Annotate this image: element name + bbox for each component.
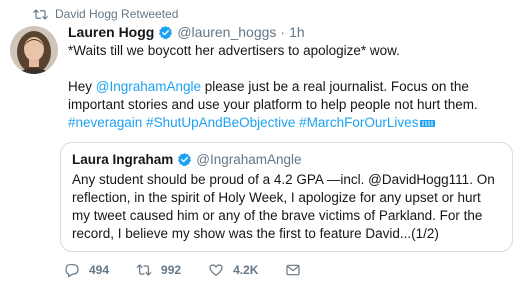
hashtag-links[interactable]: #neveragain #ShutUpAndBeObjective #March… [68,115,418,130]
quoted-author-handle[interactable]: @IngrahamAngle [196,150,301,169]
quoted-author-name[interactable]: Laura Ingraham [72,150,173,169]
reply-icon [65,264,79,278]
message-icon [286,264,301,276]
text-segment: Hey [68,79,96,94]
retweet-button[interactable]: 992 [136,262,181,278]
avatar[interactable] [10,26,58,74]
tweet[interactable]: Lauren Hogg @lauren_hoggs · 1h *Waits ti… [68,23,513,132]
reply-count: 494 [89,263,110,277]
retweet-icon [33,8,48,20]
separator-dot: · [280,24,286,40]
author-handle[interactable]: @lauren_hoggs [177,23,276,42]
tweet-text-line1: *Waits till we boycott her advertisers t… [68,43,400,58]
quoted-tweet[interactable]: Laura Ingraham @IngrahamAngle Any studen… [60,142,513,252]
verified-badge-icon [178,152,192,167]
quoted-tweet-header: Laura Ingraham @IngrahamAngle [72,150,501,169]
march-flag-icon [420,120,436,127]
tweet-actions: 494 992 4.2K [64,262,328,278]
direct-message-button[interactable] [285,262,301,278]
retweet-icon [136,264,152,276]
retweeted-by-label: David Hogg Retweeted [55,7,179,21]
verified-badge-icon [159,25,173,40]
tweet-header: Lauren Hogg @lauren_hoggs · 1h [68,23,513,42]
tweet-text-body: Hey @IngrahamAngle please just be a real… [68,78,513,114]
like-button[interactable]: 4.2K [208,262,258,278]
tweet-timestamp[interactable]: 1h [289,23,305,42]
tweet-hashtags: #neveragain #ShutUpAndBeObjective #March… [68,114,513,132]
retweeted-by-bar[interactable]: David Hogg Retweeted [33,6,178,22]
author-name[interactable]: Lauren Hogg [68,23,154,42]
quoted-tweet-text: Any student should be proud of a 4.2 GPA… [72,172,495,241]
like-icon [209,264,223,276]
retweet-count: 992 [161,263,182,277]
mention-link[interactable]: @IngrahamAngle [96,79,201,94]
like-count: 4.2K [233,263,259,277]
reply-button[interactable]: 494 [64,262,109,278]
